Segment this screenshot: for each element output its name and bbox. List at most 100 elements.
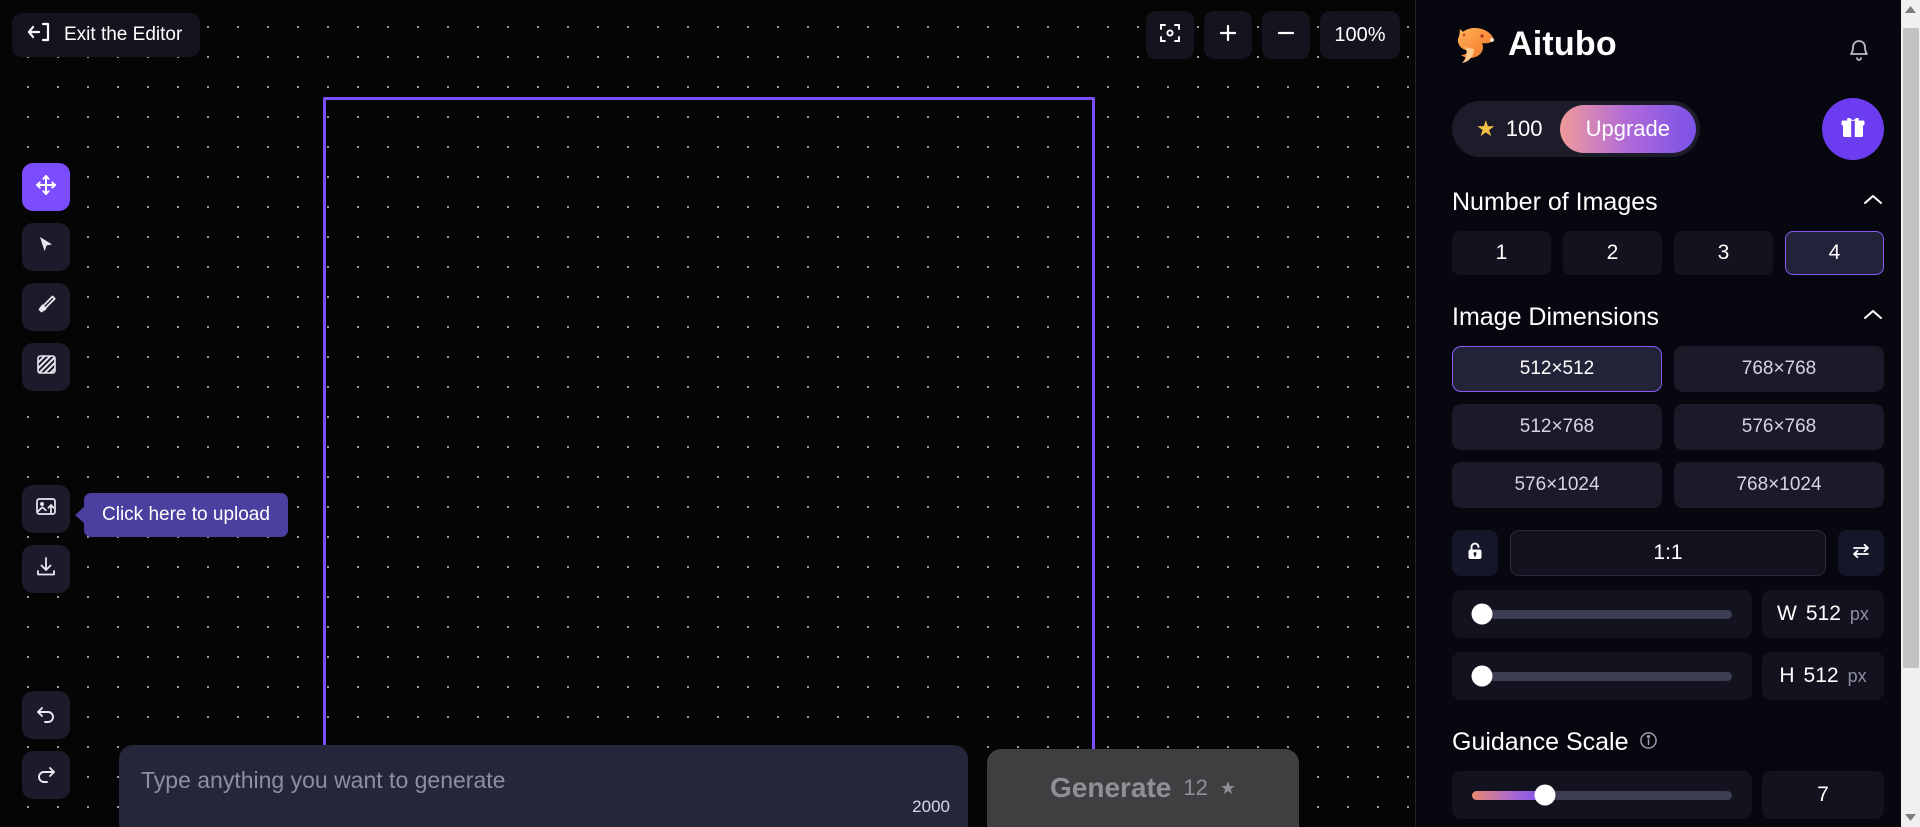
prompt-bar: Type anything you want to generate 2000 … xyxy=(119,745,1299,827)
guidance-scale-title: Guidance Scale xyxy=(1452,728,1629,756)
generate-label: Generate xyxy=(1049,772,1172,803)
scroll-down-arrow-icon[interactable] xyxy=(1901,808,1920,827)
swap-dimensions-button[interactable] xyxy=(1838,530,1884,576)
height-value-box[interactable]: H 512 px xyxy=(1762,652,1884,700)
width-axis-label: W xyxy=(1777,602,1797,625)
swap-arrows-icon xyxy=(1850,540,1872,567)
number-of-images-header: Number of Images xyxy=(1416,188,1920,217)
guidance-scale-slider[interactable] xyxy=(1452,771,1752,819)
zoom-level-display[interactable]: 100% xyxy=(1320,11,1400,59)
tool-rail xyxy=(22,163,70,391)
move-tool[interactable] xyxy=(22,163,70,211)
dim-option-576x1024[interactable]: 576×1024 xyxy=(1452,462,1662,508)
brand-name: Aitubo xyxy=(1508,24,1617,63)
credits-pill: ★ 100 Upgrade xyxy=(1452,101,1700,157)
width-slider-knob[interactable] xyxy=(1471,603,1493,625)
exit-editor-label: Exit the Editor xyxy=(64,24,183,45)
num-images-option-4[interactable]: 4 xyxy=(1785,231,1884,275)
upload-image-tool[interactable] xyxy=(22,485,70,533)
guidance-scale-row: 7 xyxy=(1416,771,1920,819)
num-images-option-2[interactable]: 2 xyxy=(1563,231,1662,275)
height-axis-label: H xyxy=(1779,664,1795,687)
guidance-scale-knob[interactable] xyxy=(1534,784,1556,806)
history-rail xyxy=(22,691,70,799)
width-slider[interactable] xyxy=(1452,590,1752,638)
exit-editor-button[interactable]: Exit the Editor xyxy=(12,13,201,57)
dim-option-768x768[interactable]: 768×768 xyxy=(1674,346,1884,392)
width-value: 512 xyxy=(1805,602,1841,625)
chevron-up-icon[interactable] xyxy=(1862,308,1884,327)
height-unit: px xyxy=(1847,665,1867,686)
canvas-selection-rect xyxy=(323,97,1095,827)
image-dimensions-header: Image Dimensions xyxy=(1416,303,1920,332)
generate-button[interactable]: Generate 12 ★ xyxy=(987,749,1299,827)
panel-brand-row: Aitubo xyxy=(1416,0,1920,88)
credits-count: 100 xyxy=(1505,116,1543,141)
download-tool[interactable] xyxy=(22,545,70,593)
fit-to-screen-button[interactable] xyxy=(1146,11,1194,59)
width-slider-track[interactable] xyxy=(1471,603,1732,625)
dim-option-512x512[interactable]: 512×512 xyxy=(1452,346,1662,392)
guidance-scale-track[interactable] xyxy=(1472,784,1732,806)
tool-rail-media xyxy=(22,485,70,593)
aspect-ratio-lock-button[interactable] xyxy=(1452,530,1498,576)
select-tool[interactable] xyxy=(22,223,70,271)
paintbrush-icon xyxy=(35,293,58,321)
prompt-char-limit: 2000 xyxy=(912,797,950,816)
unlock-icon xyxy=(1464,540,1486,567)
minus-icon xyxy=(1274,21,1298,50)
prompt-placeholder: Type anything you want to generate xyxy=(141,767,506,793)
aspect-ratio-value[interactable]: 1:1 xyxy=(1510,530,1826,576)
canvas[interactable]: Exit the Editor 100% Click here to uploa… xyxy=(0,0,1416,827)
guidance-scale-value: 7 xyxy=(1817,783,1829,806)
height-row: H 512 px xyxy=(1416,652,1920,700)
aitubo-editor-app: Exit the Editor 100% Click here to uploa… xyxy=(0,0,1920,827)
height-slider-knob[interactable] xyxy=(1471,665,1493,687)
aitubo-fox-logo-icon xyxy=(1452,23,1498,65)
settings-panel: Aitubo ★ 100 Upgrade Number of Images 1 … xyxy=(1416,0,1920,827)
height-slider[interactable] xyxy=(1452,652,1752,700)
zoom-in-button[interactable] xyxy=(1204,11,1252,59)
num-images-option-1[interactable]: 1 xyxy=(1452,231,1551,275)
notification-bell-icon[interactable] xyxy=(1846,38,1872,69)
panel-scrollbar[interactable] xyxy=(1901,0,1920,827)
width-unit: px xyxy=(1849,603,1869,624)
image-dimensions-options: 512×512 768×768 512×768 576×768 576×1024… xyxy=(1416,346,1920,508)
dim-option-768x1024[interactable]: 768×1024 xyxy=(1674,462,1884,508)
width-value-box[interactable]: W 512 px xyxy=(1762,590,1884,638)
chevron-up-icon[interactable] xyxy=(1862,193,1884,212)
redo-button[interactable] xyxy=(22,751,70,799)
zoom-toolbar: 100% xyxy=(1146,11,1400,59)
gift-button[interactable] xyxy=(1822,98,1884,160)
scrollbar-thumb[interactable] xyxy=(1903,28,1919,668)
plus-icon xyxy=(1216,21,1240,50)
undo-button[interactable] xyxy=(22,691,70,739)
number-of-images-title: Number of Images xyxy=(1452,188,1658,216)
num-images-option-3[interactable]: 3 xyxy=(1674,231,1773,275)
height-value: 512 xyxy=(1803,664,1839,687)
image-upload-icon xyxy=(34,495,58,524)
credits-row: ★ 100 Upgrade xyxy=(1416,98,1920,160)
upgrade-button[interactable]: Upgrade xyxy=(1559,105,1696,153)
scroll-up-arrow-icon[interactable] xyxy=(1901,0,1920,19)
prompt-input[interactable]: Type anything you want to generate 2000 xyxy=(119,745,968,827)
move-arrows-icon xyxy=(34,173,58,202)
upload-tooltip-label: Click here to upload xyxy=(102,504,270,525)
dim-option-576x768[interactable]: 576×768 xyxy=(1674,404,1884,450)
info-circle-icon[interactable] xyxy=(1639,728,1658,757)
brush-tool[interactable] xyxy=(22,283,70,331)
star-icon: ★ xyxy=(1476,116,1496,141)
cursor-arrow-icon xyxy=(35,234,57,261)
guidance-scale-value-box[interactable]: 7 xyxy=(1762,771,1884,819)
guidance-scale-title-wrap: Guidance Scale xyxy=(1452,728,1658,757)
star-icon: ★ xyxy=(1219,777,1237,798)
arrow-left-exit-icon xyxy=(26,20,52,50)
fit-to-screen-icon xyxy=(1159,22,1181,49)
zoom-out-button[interactable] xyxy=(1262,11,1310,59)
download-icon xyxy=(34,555,58,584)
height-slider-track[interactable] xyxy=(1471,665,1732,687)
aspect-ratio-row: 1:1 xyxy=(1416,530,1920,576)
mask-tool[interactable] xyxy=(22,343,70,391)
dim-option-512x768[interactable]: 512×768 xyxy=(1452,404,1662,450)
width-row: W 512 px xyxy=(1416,590,1920,638)
